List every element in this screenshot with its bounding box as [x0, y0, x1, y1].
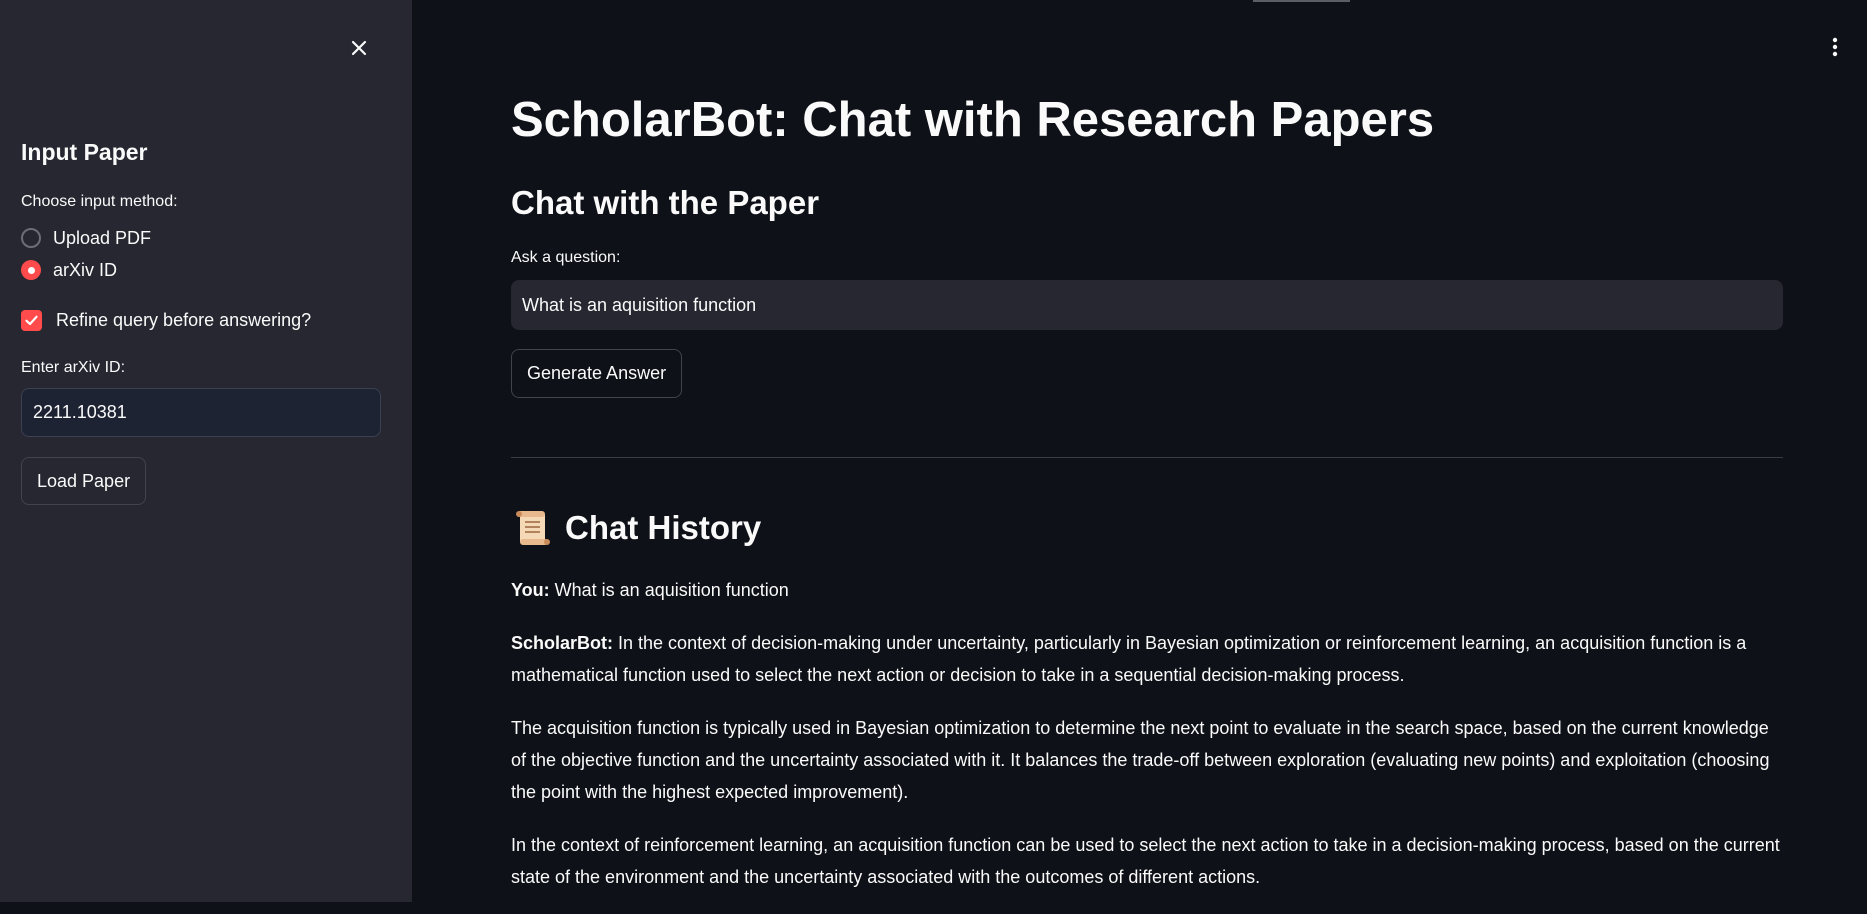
sidebar-heading: Input Paper: [21, 139, 148, 165]
question-label: Ask a question:: [511, 249, 621, 266]
arxiv-id-input[interactable]: [21, 388, 381, 437]
input-method-label: Choose input method:: [21, 193, 178, 210]
load-paper-button[interactable]: Load Paper: [21, 457, 147, 505]
refine-query-checkbox[interactable]: Refine query before answering?: [21, 304, 381, 336]
chat-history-title: Chat History: [565, 509, 762, 546]
user-name: You:: [511, 580, 550, 600]
sidebar-content: Input Paper Choose input method: Upload …: [21, 134, 381, 505]
sidebar: Input Paper Choose input method: Upload …: [0, 0, 412, 902]
chat-history-heading: Chat History: [511, 505, 761, 551]
refine-query-label: Refine query before answering?: [56, 309, 312, 330]
arxiv-id-label: Enter arXiv ID:: [21, 359, 126, 376]
close-sidebar-button[interactable]: [344, 33, 374, 63]
divider: [511, 457, 1783, 458]
radio-arxiv-id[interactable]: arXiv ID: [21, 254, 381, 286]
question-input[interactable]: [511, 280, 1783, 330]
bot-name: ScholarBot:: [511, 633, 614, 653]
scroll-icon: [516, 511, 550, 545]
radio-upload-pdf[interactable]: Upload PDF: [21, 222, 381, 254]
user-message-text: What is an aquisition function: [549, 580, 789, 600]
bot-paragraph: In the context of reinforcement learning…: [511, 835, 1780, 887]
chat-subheader: Chat with the Paper: [511, 184, 820, 221]
radio-arxiv-id-label: arXiv ID: [53, 259, 118, 280]
top-loading-indicator: [1253, 0, 1350, 2]
radio-selected-icon: [21, 260, 41, 280]
kebab-menu-icon: [1832, 37, 1838, 57]
bot-paragraph: In the context of decision-making under …: [511, 633, 1747, 685]
page-title: ScholarBot: Chat with Research Papers: [511, 93, 1435, 147]
main-menu-button[interactable]: [1823, 32, 1847, 62]
user-message: You: What is an aquisition function: [511, 574, 1783, 606]
radio-upload-pdf-label: Upload PDF: [53, 227, 152, 248]
close-icon: [351, 40, 367, 56]
radio-unselected-icon: [21, 228, 41, 248]
generate-answer-button[interactable]: Generate Answer: [511, 349, 683, 398]
bot-message: ScholarBot: In the context of decision-m…: [511, 627, 1783, 691]
chat-history: You: What is an aquisition function Scho…: [511, 574, 1783, 914]
bot-paragraph: The acquisition function is typically us…: [511, 718, 1770, 802]
checkmark-icon: [21, 309, 42, 331]
